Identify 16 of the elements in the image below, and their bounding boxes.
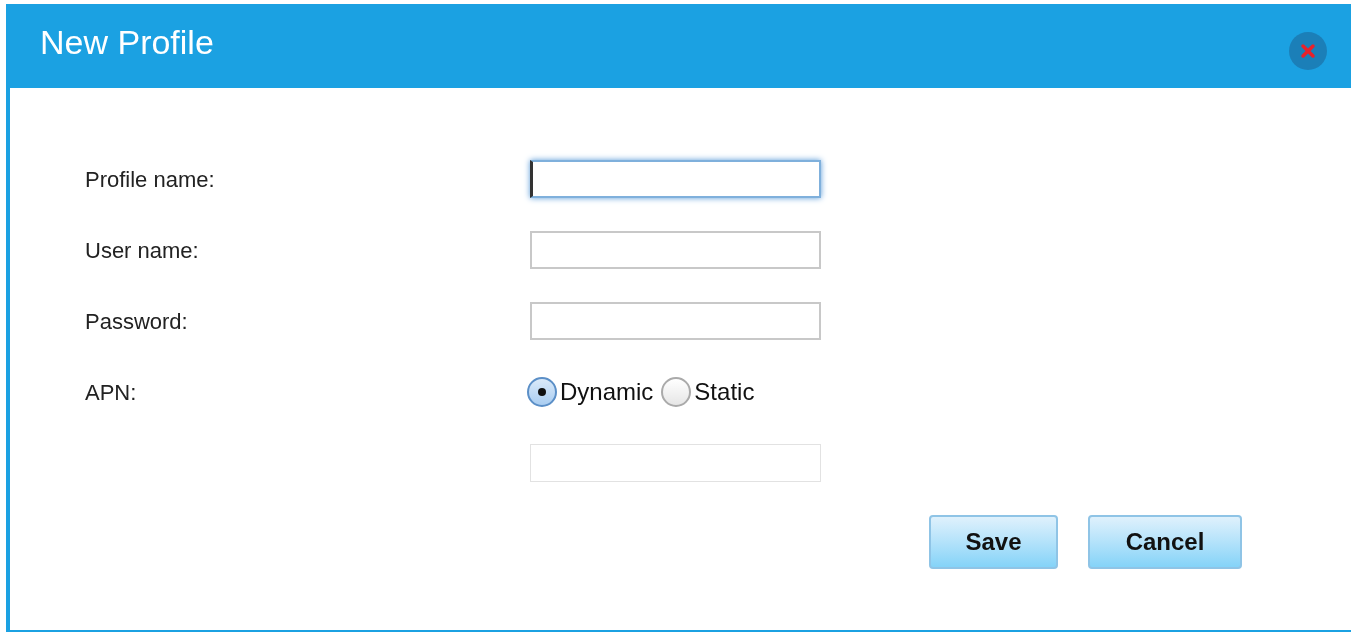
close-button[interactable] xyxy=(1289,32,1327,70)
close-icon xyxy=(1300,43,1316,59)
radio-button[interactable] xyxy=(661,377,692,407)
radio-option[interactable]: Dynamic xyxy=(527,374,654,410)
radio-option[interactable]: Static xyxy=(661,374,755,410)
field-label: Password: xyxy=(85,308,188,334)
dialog-title: New Profile xyxy=(40,22,214,62)
input-field[interactable] xyxy=(530,160,821,198)
input-field[interactable] xyxy=(530,302,821,340)
radio-button[interactable] xyxy=(527,377,557,407)
field-label: Profile name: xyxy=(85,166,215,192)
input-field[interactable] xyxy=(530,231,821,269)
dialog-button[interactable]: Cancel xyxy=(1088,515,1242,569)
field-label: User name: xyxy=(85,237,199,263)
dialog-button[interactable]: Save xyxy=(929,515,1058,569)
field-label: APN: xyxy=(85,379,137,405)
